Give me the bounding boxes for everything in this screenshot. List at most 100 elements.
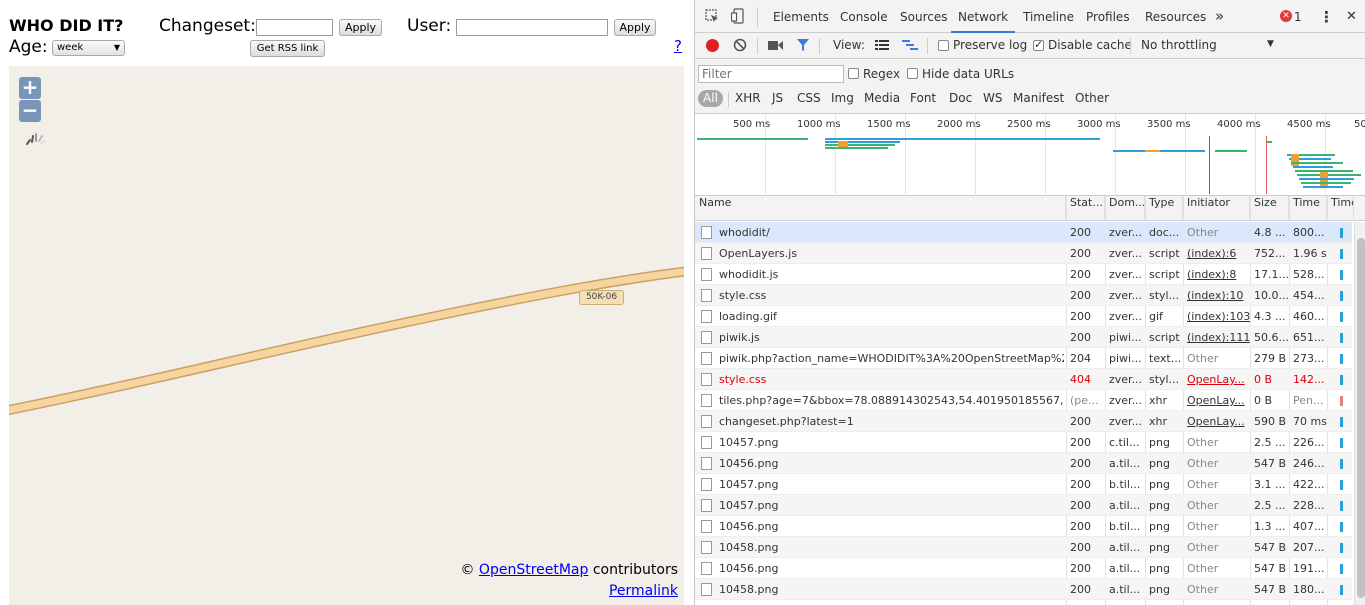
table-row[interactable]: style.css 404 zver... styl... OpenLay... 0 B 1… (695, 369, 1352, 390)
changeset-apply-button[interactable]: Apply (339, 19, 382, 36)
cell-initiator[interactable]: OpenLay... (1183, 390, 1250, 411)
column-header-status[interactable]: Stat... (1066, 196, 1105, 221)
toolbar-divider (757, 38, 758, 54)
preserve-log-checkbox[interactable] (938, 40, 949, 51)
error-count[interactable]: 1 (1294, 10, 1302, 24)
column-header-type[interactable]: Type (1145, 196, 1183, 221)
get-rss-link-button[interactable]: Get RSS link (250, 40, 325, 57)
type-filter-ws[interactable]: WS (983, 91, 1002, 105)
type-filter-other[interactable]: Other (1075, 91, 1109, 105)
throttling-select[interactable]: No throttling (1141, 38, 1217, 52)
tab-network[interactable]: Network (958, 10, 1008, 24)
tab-timeline[interactable]: Timeline (1023, 10, 1074, 24)
table-row[interactable]: 10457.png 200 a.til... png Other 2.5 ... 228..… (695, 495, 1352, 516)
permalink-link[interactable]: Permalink (609, 583, 678, 599)
column-header-timeline[interactable]: Time (1327, 196, 1354, 221)
list-view-icon[interactable] (875, 39, 889, 51)
help-link[interactable]: ? (674, 37, 682, 55)
table-row[interactable]: style.css 200 zver... styl... (index):10 10.0… (695, 285, 1352, 306)
column-header-domain[interactable]: Dom... (1105, 196, 1145, 221)
type-filter-all[interactable]: All (698, 90, 723, 107)
inspect-element-icon[interactable] (705, 9, 719, 23)
tab-resources[interactable]: Resources (1145, 10, 1206, 24)
table-row[interactable]: 10457.png 200 b.til... png Other 3.1 ... 422..… (695, 474, 1352, 495)
table-row[interactable]: OpenLayers.js 200 zver... script (index):6 75… (695, 243, 1352, 264)
chevron-down-icon[interactable]: ▼ (1267, 39, 1274, 49)
table-scrollbar[interactable] (1354, 222, 1365, 605)
scrollbar-thumb[interactable] (1357, 238, 1365, 598)
clear-icon[interactable] (733, 38, 747, 52)
table-row[interactable]: whodidit/200 zver... doc... Other 4.8 ... 800… (695, 222, 1352, 243)
map-view[interactable]: 50K-06 + − © OpenStreetMap contributors … (9, 66, 684, 605)
regex-checkbox[interactable] (848, 68, 859, 79)
table-row[interactable]: 10456.png 200 a.til... png Other 547 B 191... (695, 558, 1352, 579)
column-header-time[interactable]: Time (1289, 196, 1327, 221)
cell-type: script (1149, 268, 1180, 281)
cell-name: style.css (719, 289, 767, 302)
table-row[interactable]: 10458.png 200 a.til... png Other 547 B 180... (695, 579, 1352, 600)
menu-icon[interactable]: ⋮ (1319, 8, 1334, 26)
user-apply-button[interactable]: Apply (614, 19, 656, 36)
cell-domain: zver... (1109, 289, 1143, 302)
table-row[interactable]: 10457.png 200 c.til... png Other 2.5 ... 226..… (695, 432, 1352, 453)
cell-time: 191... (1293, 562, 1325, 575)
cell-initiator[interactable]: (index):6 (1183, 243, 1250, 264)
table-row[interactable]: 10458.png 200 a.til... png Other 547 B 207... (695, 537, 1352, 558)
type-filter-js[interactable]: JS (772, 91, 783, 105)
cell-type: styl... (1149, 373, 1180, 386)
type-filter-media[interactable]: Media (864, 91, 900, 105)
table-row[interactable]: whodidit.js 200 zver... script (index):8 17.1… (695, 264, 1352, 285)
cell-time: 1.96 s (1293, 247, 1327, 260)
tab-profiles[interactable]: Profiles (1086, 10, 1130, 24)
table-row[interactable]: changeset.php?latest=1 200 zver... xhr OpenL… (695, 411, 1352, 432)
cell-initiator[interactable]: (index):10 (1183, 285, 1250, 306)
table-row[interactable]: piwik.js 200 piwi... script (index):111 50.6.… (695, 327, 1352, 348)
tab-console[interactable]: Console (840, 10, 888, 24)
more-tabs-button[interactable]: » (1215, 7, 1224, 25)
waterfall-bar (1340, 522, 1343, 532)
screenshot-camera-icon[interactable] (768, 40, 784, 51)
cell-initiator[interactable]: (index):103 (1183, 306, 1250, 327)
close-icon[interactable]: ✕ (1346, 9, 1357, 24)
device-mode-icon[interactable] (731, 8, 745, 24)
request-rows: whodidit/200 zver... doc... Other 4.8 ... 800… (695, 222, 1352, 600)
tab-elements[interactable]: Elements (773, 10, 829, 24)
type-filter-xhr[interactable]: XHR (735, 91, 761, 105)
column-header-initiator[interactable]: Initiator (1183, 196, 1250, 221)
filter-input[interactable] (698, 65, 844, 83)
type-filter-doc[interactable]: Doc (949, 91, 972, 105)
openstreetmap-link[interactable]: OpenStreetMap (479, 562, 588, 578)
type-filter-img[interactable]: Img (831, 91, 854, 105)
type-filter-manifest[interactable]: Manifest (1013, 91, 1064, 105)
error-icon[interactable]: ✕ (1280, 10, 1292, 22)
record-icon[interactable] (706, 39, 719, 52)
waterfall-view-icon[interactable] (902, 39, 918, 51)
hide-data-urls-checkbox[interactable] (907, 68, 918, 79)
table-row[interactable]: tiles.php?age=7&bbox=78.088914302543,54.… (695, 390, 1352, 411)
column-header-name[interactable]: Name (695, 196, 1066, 221)
user-input[interactable] (456, 19, 608, 36)
tab-sources[interactable]: Sources (900, 10, 947, 24)
cell-initiator: Other (1187, 583, 1219, 596)
table-row[interactable]: 10456.png 200 a.til... png Other 547 B 246... (695, 453, 1352, 474)
table-row[interactable]: loading.gif 200 zver... gif (index):103 4.3 .… (695, 306, 1352, 327)
cell-initiator[interactable]: OpenLay... (1183, 411, 1250, 432)
type-filter-css[interactable]: CSS (797, 91, 821, 105)
zoom-in-button[interactable]: + (19, 77, 41, 99)
table-row[interactable]: piwik.php?action_name=WHODIDIT%3A%20Open… (695, 348, 1352, 369)
cell-status: 200 (1070, 499, 1091, 512)
zoom-out-button[interactable]: − (19, 100, 41, 122)
file-icon (701, 415, 712, 428)
age-select-value: week (57, 42, 84, 53)
cell-initiator[interactable]: (index):8 (1183, 264, 1250, 285)
column-header-size[interactable]: Size (1250, 196, 1289, 221)
cell-initiator[interactable]: OpenLay... (1183, 369, 1250, 390)
network-overview-timeline[interactable]: 500 ms 1000 ms 1500 ms 2000 ms 2500 ms 3… (695, 114, 1365, 196)
disable-cache-checkbox[interactable] (1033, 38, 1044, 51)
changeset-input[interactable] (256, 19, 333, 36)
filter-icon[interactable] (796, 38, 810, 52)
table-row[interactable]: 10456.png 200 b.til... png Other 1.3 ... 407..… (695, 516, 1352, 537)
cell-initiator[interactable]: (index):111 (1183, 327, 1250, 348)
type-filter-font[interactable]: Font (910, 91, 936, 105)
age-select[interactable]: week ▼ (52, 40, 125, 56)
